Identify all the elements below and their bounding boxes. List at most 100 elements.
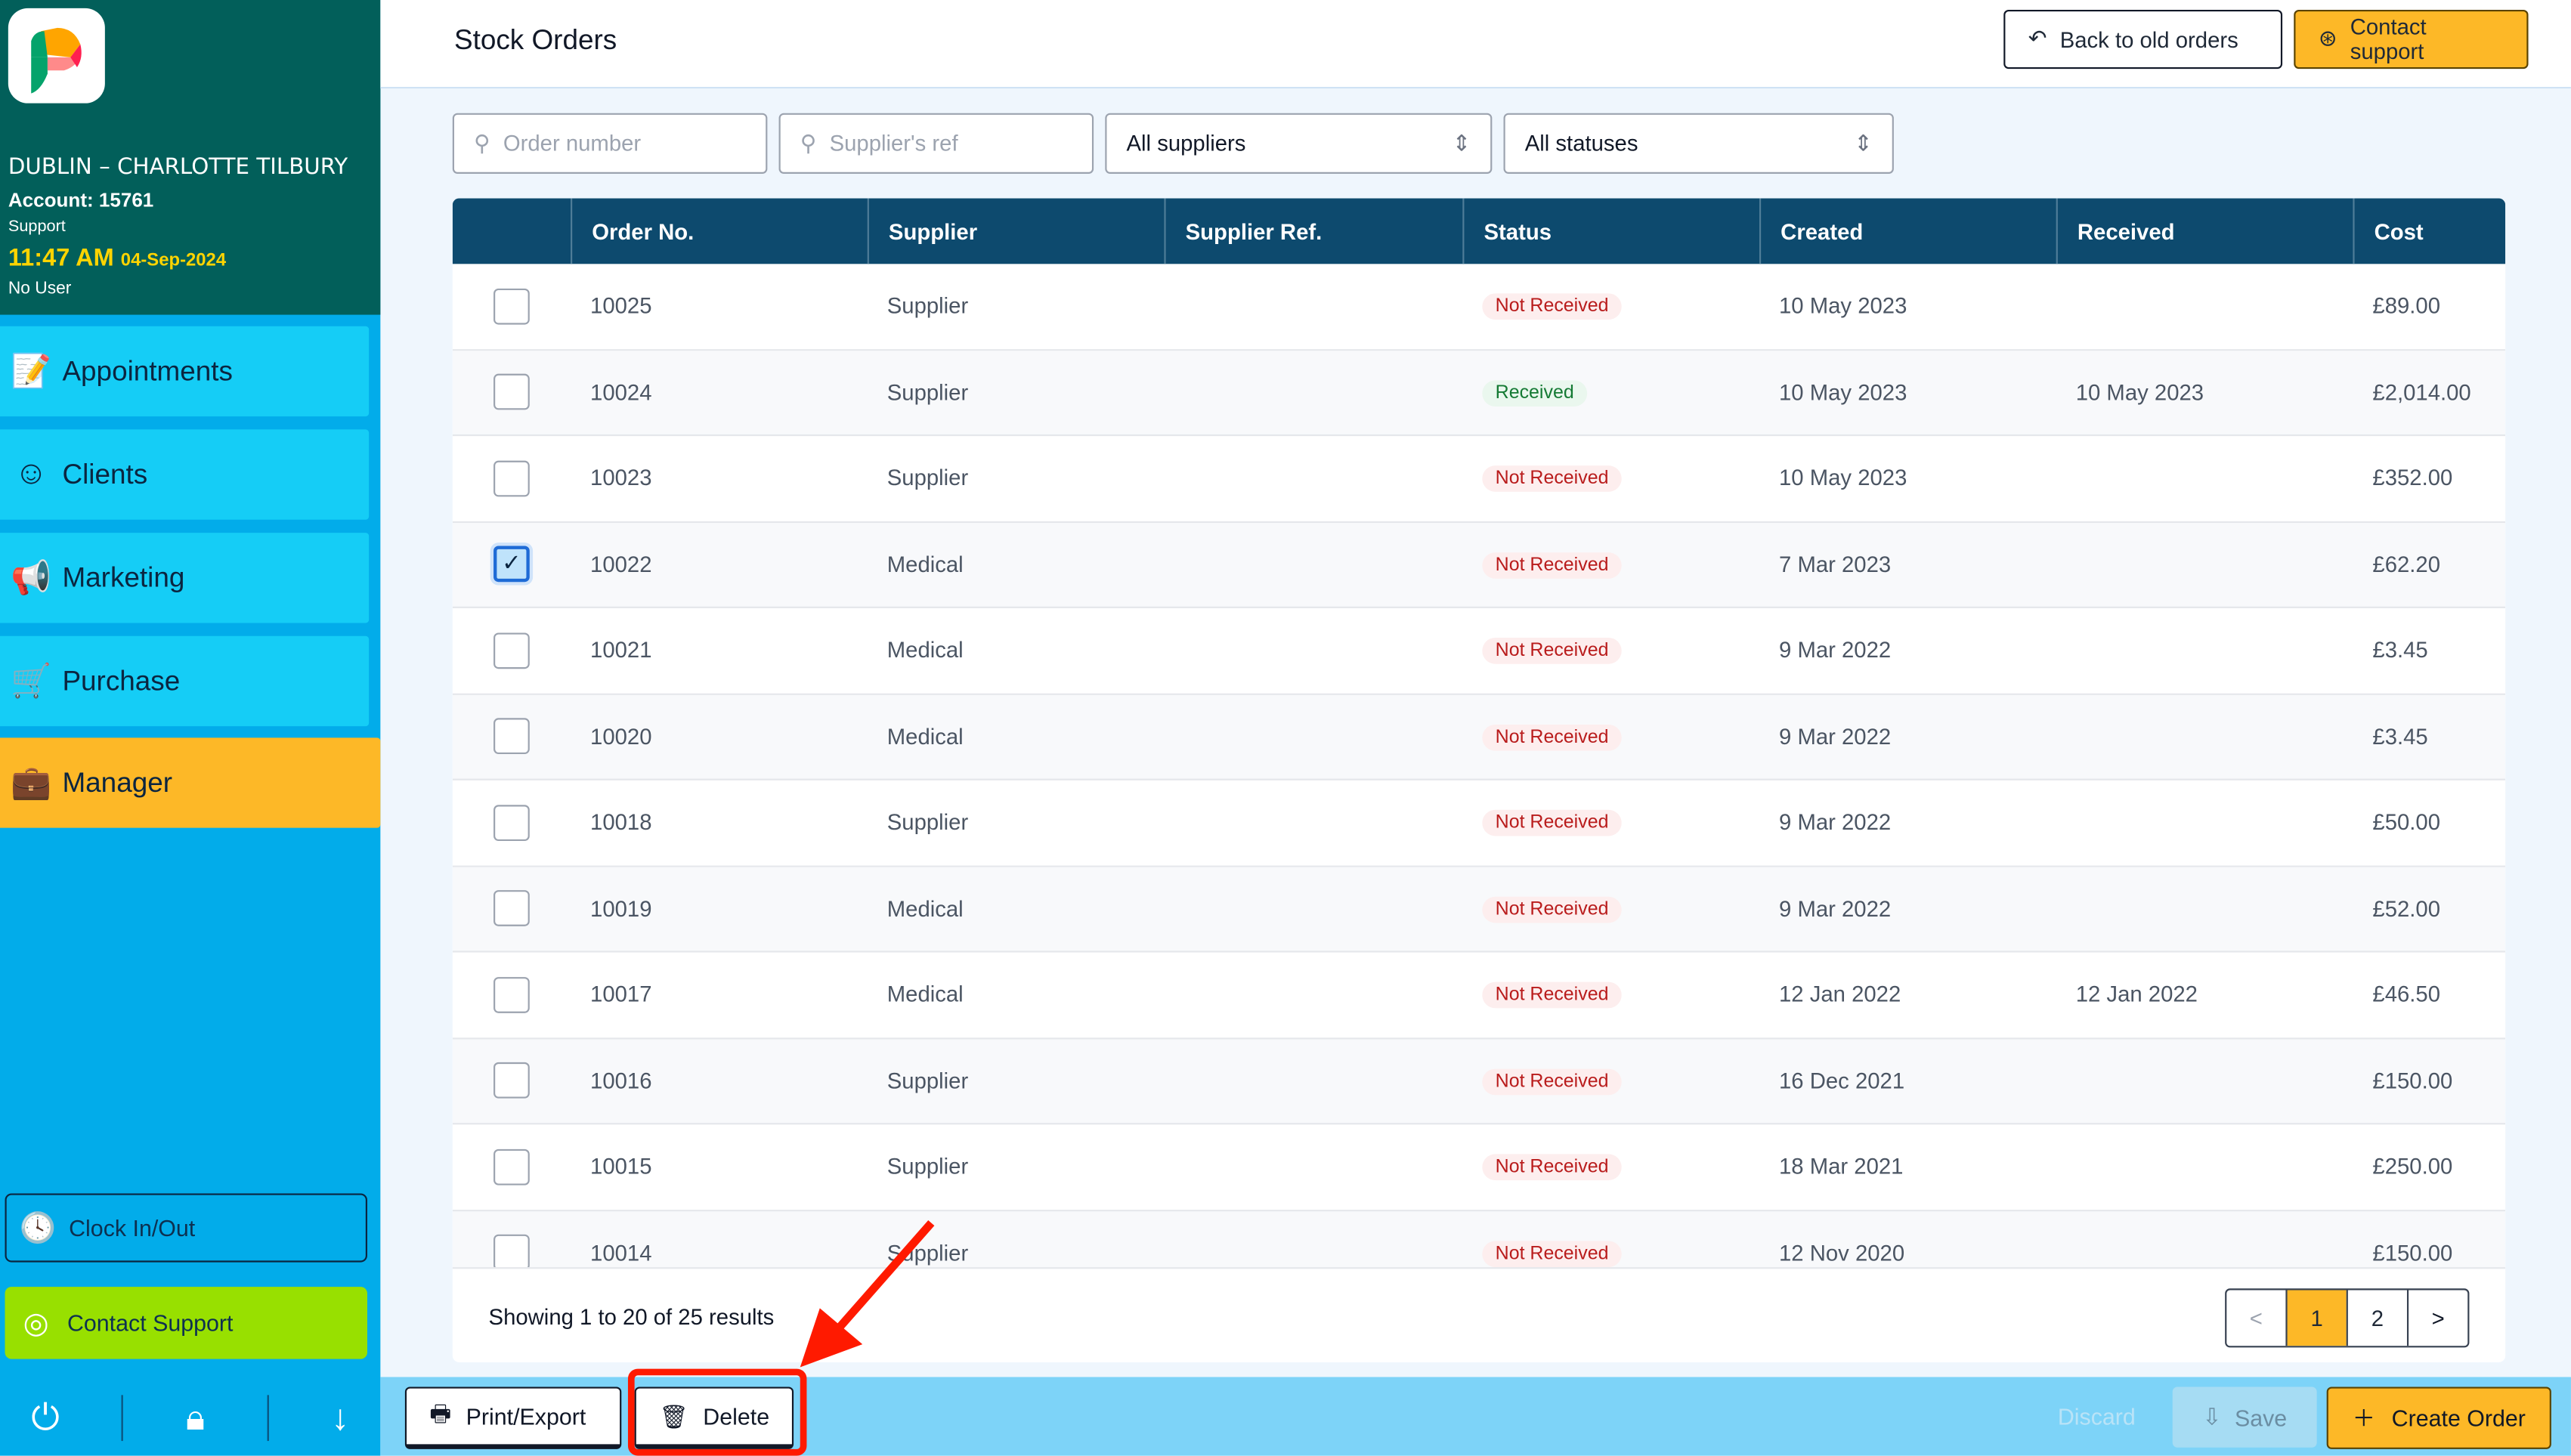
- print-export-button[interactable]: 🖶 Print/Export: [404, 1386, 622, 1449]
- order-number[interactable]: 10021: [571, 638, 868, 663]
- table-row[interactable]: 10019 Medical Not Received 9 Mar 2022 £5…: [452, 866, 2506, 953]
- table-row[interactable]: 10015 Supplier Not Received 18 Mar 2021 …: [452, 1124, 2506, 1211]
- results-summary: Showing 1 to 20 of 25 results: [488, 1303, 775, 1329]
- sidebar-contact-support-button[interactable]: ◎ Contact Support: [5, 1287, 367, 1359]
- table-row[interactable]: 10023 Supplier Not Received 10 May 2023 …: [452, 436, 2506, 523]
- nav-purchase[interactable]: 🛒 Purchase: [0, 635, 370, 727]
- row-checkbox[interactable]: [493, 632, 530, 669]
- created-date: 9 Mar 2022: [1779, 810, 1892, 835]
- row-checkbox[interactable]: [493, 374, 530, 410]
- order-number[interactable]: 10023: [571, 466, 868, 491]
- cost: £50.00: [2372, 810, 2441, 835]
- order-number-search[interactable]: ⚲ Order number: [452, 113, 768, 174]
- created-date: 9 Mar 2022: [1779, 638, 1892, 663]
- status-badge: Not Received: [1482, 465, 1622, 493]
- row-checkbox[interactable]: [493, 890, 530, 927]
- created-date: 10 May 2023: [1779, 465, 1907, 491]
- cost: £52.00: [2372, 896, 2441, 921]
- row-select-cell: [453, 890, 571, 927]
- status-cell: Not Received: [1462, 636, 1759, 665]
- row-checkbox[interactable]: [493, 1235, 530, 1268]
- table-row[interactable]: 10017 Medical Not Received 12 Jan 2022 1…: [452, 953, 2506, 1039]
- table-row[interactable]: 10021 Medical Not Received 9 Mar 2022 £3…: [452, 608, 2506, 694]
- row-checkbox[interactable]: [493, 1148, 530, 1186]
- nav-manager[interactable]: 💼 Manager: [0, 737, 381, 828]
- row-checkbox[interactable]: [493, 804, 530, 841]
- row-checkbox[interactable]: ✓: [493, 546, 530, 583]
- lock-icon[interactable]: 🔒︎: [186, 1396, 205, 1439]
- search-icon: ⚲: [474, 130, 490, 156]
- current-user: No User: [8, 278, 72, 298]
- order-number[interactable]: 10016: [571, 1068, 868, 1093]
- nav-label: Manager: [62, 766, 173, 798]
- row-checkbox[interactable]: [493, 288, 530, 325]
- row-select-cell: [453, 374, 571, 410]
- order-number[interactable]: 10020: [571, 724, 868, 749]
- status-badge: Not Received: [1482, 1068, 1622, 1095]
- account-panel: DUBLIN – CHARLOTTE TILBURY Account: 1576…: [0, 0, 381, 315]
- cost: £46.50: [2372, 982, 2441, 1007]
- row-checkbox[interactable]: [493, 460, 530, 496]
- status-select[interactable]: All statuses ⇕: [1503, 113, 1894, 174]
- save-button[interactable]: ⇩ Save: [2172, 1386, 2317, 1448]
- order-number[interactable]: 10019: [571, 896, 868, 921]
- search-icon: ⚲: [800, 130, 817, 156]
- divider: [122, 1395, 124, 1442]
- row-select-cell: [453, 804, 571, 841]
- arrow-down-icon[interactable]: ↓: [331, 1396, 349, 1439]
- created-date: 9 Mar 2022: [1779, 896, 1892, 921]
- table-row[interactable]: 10014 Supplier Not Received 12 Nov 2020 …: [452, 1210, 2506, 1268]
- supplier-select[interactable]: All suppliers ⇕: [1105, 113, 1493, 174]
- clock-in-out-button[interactable]: 🕓 Clock In/Out: [5, 1193, 367, 1263]
- page-button[interactable]: 2: [2346, 1290, 2407, 1346]
- supplier-ref-search[interactable]: ⚲ Supplier's ref: [778, 113, 1094, 174]
- column-header[interactable]: Received: [2056, 198, 2353, 264]
- nav-clients[interactable]: ☺ Clients: [0, 429, 370, 520]
- status-badge: Not Received: [1482, 1240, 1622, 1267]
- back-to-old-orders-button[interactable]: ↶ Back to old orders: [2003, 10, 2283, 70]
- create-order-button[interactable]: ＋ Create Order: [2326, 1386, 2551, 1449]
- column-header[interactable]: Supplier Ref.: [1164, 198, 1462, 264]
- power-icon[interactable]: ⏻: [31, 1396, 60, 1439]
- contact-support-button[interactable]: ⊛ Contact support: [2294, 10, 2529, 70]
- column-header[interactable]: Status: [1462, 198, 1759, 264]
- select-value: All statuses: [1524, 131, 1638, 156]
- clock-display: 11:47 AM 04-Sep-2024: [8, 244, 226, 272]
- row-checkbox[interactable]: [493, 976, 530, 1013]
- button-label: Create Order: [2391, 1405, 2526, 1432]
- table-header: Order No. Supplier Supplier Ref. Status …: [452, 198, 2506, 264]
- order-number[interactable]: 10022: [571, 552, 868, 577]
- order-number[interactable]: 10024: [571, 380, 868, 405]
- order-number[interactable]: 10017: [571, 982, 868, 1007]
- order-number[interactable]: 10025: [571, 294, 868, 319]
- button-label: Save: [2234, 1404, 2288, 1430]
- nav-label: Appointments: [62, 354, 233, 386]
- status-cell: Not Received: [1462, 292, 1759, 320]
- column-header[interactable]: Created: [1759, 198, 2056, 264]
- discard-button[interactable]: Discard: [2058, 1403, 2136, 1430]
- row-checkbox[interactable]: [493, 1062, 530, 1099]
- table-row[interactable]: 10020 Medical Not Received 9 Mar 2022 £3…: [452, 694, 2506, 781]
- table-row[interactable]: ✓ 10022 Medical Not Received 7 Mar 2023 …: [452, 522, 2506, 608]
- nav-label: Marketing: [62, 561, 185, 593]
- column-header[interactable]: Cost: [2353, 198, 2505, 264]
- order-number[interactable]: 10015: [571, 1155, 868, 1179]
- user-role: Support: [8, 218, 66, 236]
- column-header[interactable]: Supplier: [867, 198, 1165, 264]
- order-number[interactable]: 10018: [571, 810, 868, 835]
- table-row[interactable]: 10024 Supplier Received 10 May 2023 10 M…: [452, 350, 2506, 437]
- table-row[interactable]: 10018 Supplier Not Received 9 Mar 2022 £…: [452, 781, 2506, 867]
- cost: £3.45: [2372, 638, 2428, 663]
- table-row[interactable]: 10016 Supplier Not Received 16 Dec 2021 …: [452, 1038, 2506, 1125]
- nav-appointments[interactable]: 📝 Appointments: [0, 326, 370, 417]
- undo-arrow-icon: ↶: [2028, 26, 2047, 51]
- status-cell: Not Received: [1462, 722, 1759, 751]
- prev-page-button[interactable]: <: [2226, 1290, 2285, 1346]
- row-select-cell: ✓: [453, 546, 571, 583]
- column-header[interactable]: Order No.: [571, 198, 868, 264]
- next-page-button[interactable]: >: [2406, 1290, 2467, 1346]
- table-row[interactable]: 10025 Supplier Not Received 10 May 2023 …: [452, 264, 2506, 351]
- page-button[interactable]: 1: [2285, 1290, 2347, 1346]
- row-checkbox[interactable]: [493, 718, 530, 755]
- nav-marketing[interactable]: 📢 Marketing: [0, 533, 370, 623]
